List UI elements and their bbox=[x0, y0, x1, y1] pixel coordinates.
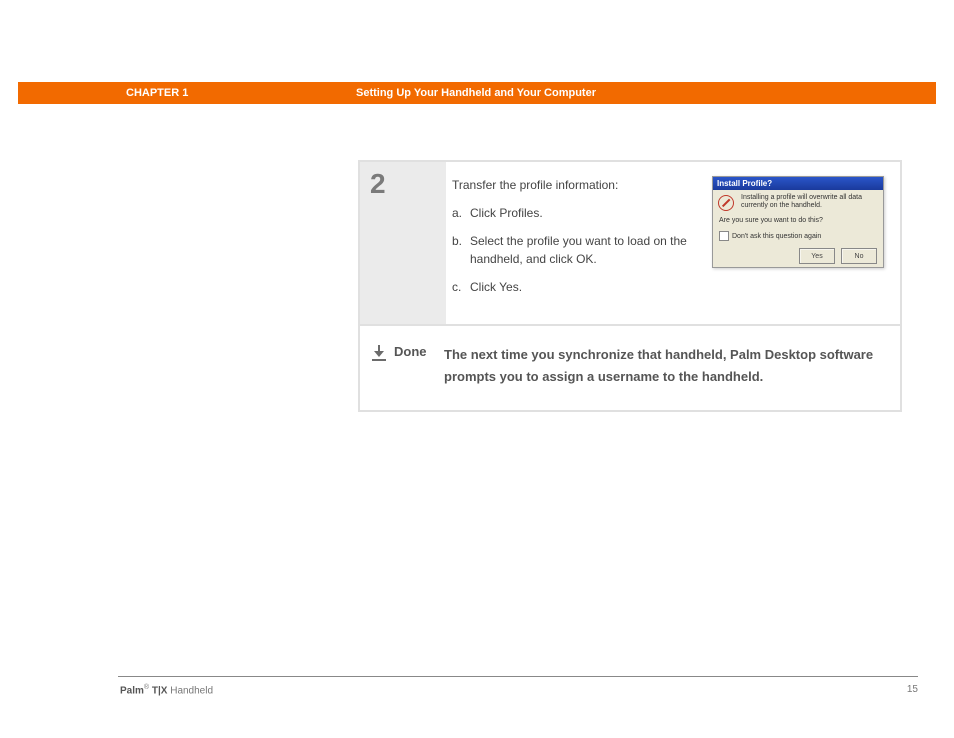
prohibit-icon bbox=[718, 195, 734, 211]
footer: Palm® T|X Handheld 15 bbox=[120, 684, 918, 696]
step-sub-a: a. Click Profiles. bbox=[452, 204, 706, 222]
header-chapter: CHAPTER 1 bbox=[126, 87, 356, 99]
step-number: 2 bbox=[360, 162, 446, 324]
checkbox[interactable] bbox=[719, 231, 729, 241]
step-sub-c: c. Click Yes. bbox=[452, 278, 706, 296]
dialog-checkbox-label: Don't ask this question again bbox=[732, 233, 821, 240]
dialog-buttons: Yes No bbox=[713, 245, 883, 268]
dialog-title: Install Profile? bbox=[713, 177, 883, 190]
dialog-message: Installing a profile will overwrite all … bbox=[741, 194, 877, 211]
done-cell: Done bbox=[372, 344, 444, 388]
sub-label: a. bbox=[452, 204, 470, 222]
no-button[interactable]: No bbox=[841, 248, 877, 264]
step-text: Transfer the profile information: a. Cli… bbox=[452, 176, 706, 306]
sub-label: c. bbox=[452, 278, 470, 296]
step-lead: Transfer the profile information: bbox=[452, 176, 706, 194]
sub-text: Select the profile you want to load on t… bbox=[470, 232, 706, 268]
done-label: Done bbox=[394, 344, 427, 359]
sub-label: b. bbox=[452, 232, 470, 268]
yes-button[interactable]: Yes bbox=[799, 248, 835, 264]
header-bar: CHAPTER 1 Setting Up Your Handheld and Y… bbox=[18, 82, 936, 104]
download-done-icon bbox=[372, 345, 386, 361]
sub-text: Click Yes. bbox=[470, 278, 706, 296]
step-body: Transfer the profile information: a. Cli… bbox=[446, 162, 900, 324]
sub-text: Click Profiles. bbox=[470, 204, 706, 222]
install-profile-dialog: Install Profile? Installing a profile wi… bbox=[712, 176, 884, 268]
done-text: The next time you synchronize that handh… bbox=[444, 344, 884, 388]
dialog-checkbox-row: Don't ask this question again bbox=[719, 231, 877, 241]
content-box: 2 Transfer the profile information: a. C… bbox=[358, 160, 902, 412]
footer-brand: Palm® T|X Handheld bbox=[120, 684, 213, 696]
footer-rule bbox=[118, 676, 918, 677]
done-row: Done The next time you synchronize that … bbox=[360, 324, 900, 410]
header-title: Setting Up Your Handheld and Your Comput… bbox=[356, 87, 936, 99]
dialog-body: Installing a profile will overwrite all … bbox=[713, 190, 883, 245]
dialog-confirm: Are you sure you want to do this? bbox=[719, 217, 877, 225]
step-row: 2 Transfer the profile information: a. C… bbox=[360, 162, 900, 324]
step-sub-b: b. Select the profile you want to load o… bbox=[452, 232, 706, 268]
footer-page: 15 bbox=[907, 684, 918, 696]
